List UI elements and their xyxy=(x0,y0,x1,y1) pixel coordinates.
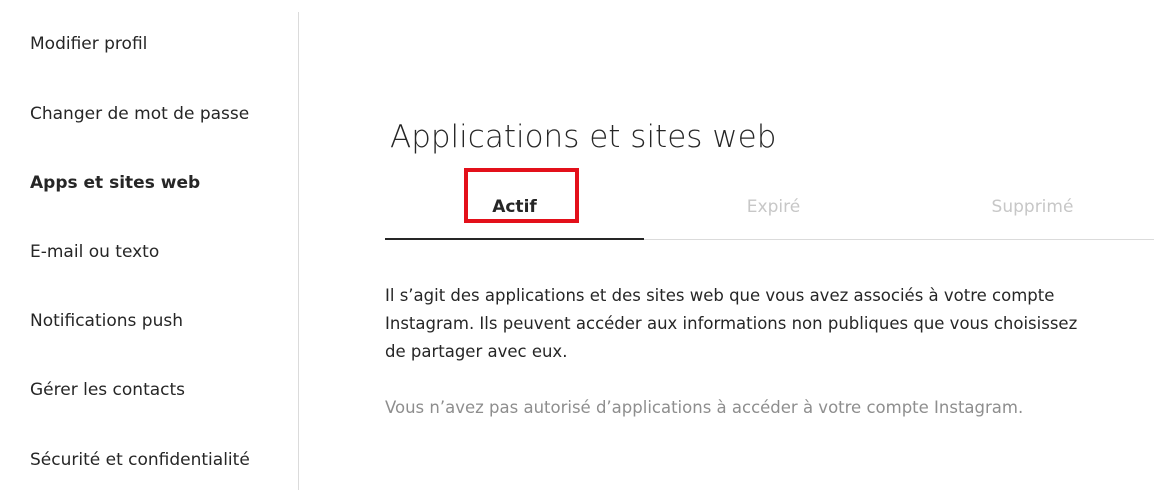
description-line: Il s’agit des applications et des sites … xyxy=(385,286,1055,305)
description-line: de partager avec eux. xyxy=(385,342,568,361)
settings-sidebar: Modifier profil Changer de mot de passe … xyxy=(0,0,298,490)
sidebar-item-push-notifications[interactable]: Notifications push xyxy=(30,310,183,332)
sidebar-item-change-password[interactable]: Changer de mot de passe xyxy=(30,103,249,125)
sidebar-item-edit-profile[interactable]: Modifier profil xyxy=(30,33,147,55)
main-content: Applications et sites web Actif Expiré S… xyxy=(385,0,1154,490)
active-tab-indicator xyxy=(385,238,644,240)
sidebar-item-apps-websites[interactable]: Apps et sites web xyxy=(30,172,200,194)
description-line: Instagram. Ils peuvent accéder aux infor… xyxy=(385,314,1078,333)
tab-bar: Actif Expiré Supprimé xyxy=(385,168,1154,240)
sidebar-item-privacy-security[interactable]: Sécurité et confidentialité xyxy=(30,449,250,471)
empty-state-message: Vous n’avez pas autorisé d’applications … xyxy=(385,398,1024,417)
tab-active[interactable]: Actif xyxy=(385,168,644,238)
sidebar-item-email-sms[interactable]: E-mail ou texto xyxy=(30,241,159,263)
sidebar-item-manage-contacts[interactable]: Gérer les contacts xyxy=(30,379,185,401)
page-title: Applications et sites web xyxy=(390,118,777,155)
sidebar-divider xyxy=(298,12,299,490)
tab-removed[interactable]: Supprimé xyxy=(903,168,1154,238)
tab-expired[interactable]: Expiré xyxy=(644,168,903,238)
description-text: Il s’agit des applications et des sites … xyxy=(385,282,1154,366)
